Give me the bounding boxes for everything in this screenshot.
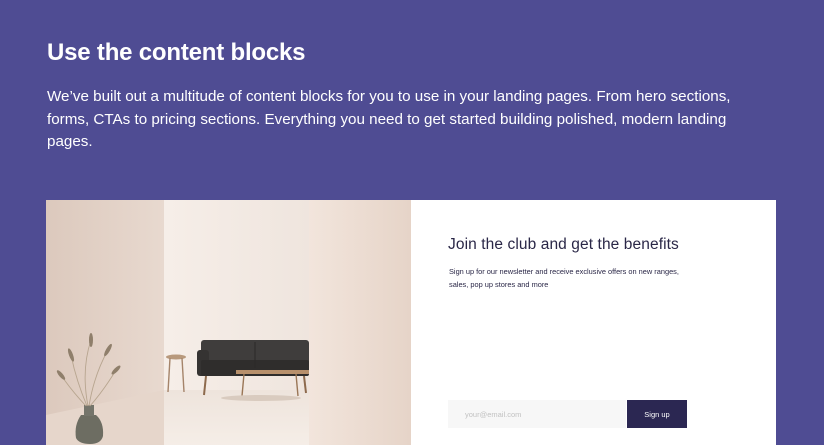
section-title: Use the content blocks [47,39,306,66]
newsletter-signup-panel: Join the club and get the benefits Sign … [411,200,776,445]
interior-illustration [46,200,411,445]
newsletter-card: Join the club and get the benefits Sign … [46,200,776,445]
living-room-photo [46,200,411,445]
section-description: We’ve built out a multitude of content b… [47,88,731,150]
newsletter-heading: Join the club and get the benefits [448,236,679,253]
sign-up-button[interactable]: Sign up [627,400,687,428]
content-blocks-section: Use the content blocks We’ve built out a… [47,36,777,154]
newsletter-description: Sign up for our newsletter and receive e… [449,267,679,289]
email-input[interactable] [448,400,626,428]
